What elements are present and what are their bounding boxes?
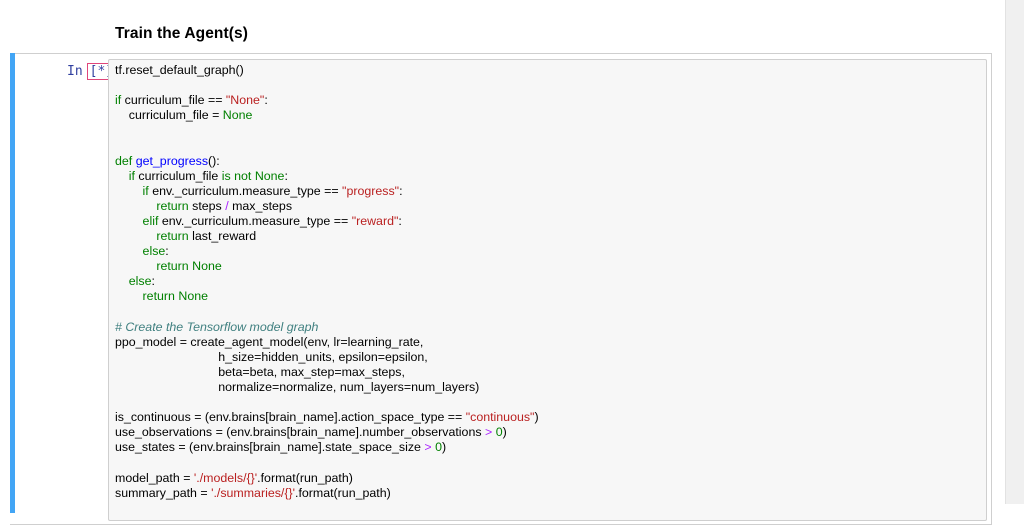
code-token: None xyxy=(222,108,253,123)
code-line: else: xyxy=(115,274,539,289)
code-token: "continuous" xyxy=(465,410,535,425)
code-token: "reward" xyxy=(351,213,399,228)
code-token: : xyxy=(151,274,155,289)
code-token: ) xyxy=(534,410,539,425)
code-line: return None xyxy=(115,259,539,274)
code-line: use_states = (env.brains[brain_name].sta… xyxy=(115,440,539,455)
code-line: if env._curriculum.measure_type == "prog… xyxy=(115,184,539,199)
code-line: if curriculum_file == "None": xyxy=(115,93,539,108)
code-token: curriculum_file == xyxy=(121,93,226,108)
code-line: h_size=hidden_units, epsilon=epsilon, xyxy=(115,350,539,365)
code-token: './models/{}' xyxy=(193,470,258,485)
code-token: : xyxy=(399,183,403,198)
code-token: env._curriculum.measure_type == xyxy=(158,213,352,228)
code-token: h_size=hidden_units, epsilon=epsilon, xyxy=(115,349,428,364)
code-token: : xyxy=(264,93,268,108)
code-token: (): xyxy=(208,153,220,168)
code-token: normalize=normalize, num_layers=num_laye… xyxy=(115,379,480,394)
code-line: summary_path = './summaries/{}'.format(r… xyxy=(115,486,539,501)
code-line: if curriculum_file is not None: xyxy=(115,169,539,184)
code-line: use_observations = (env.brains[brain_nam… xyxy=(115,425,539,440)
code-token: beta=beta, max_step=max_steps, xyxy=(115,364,405,379)
code-token: max_steps xyxy=(228,198,293,213)
code-token: else xyxy=(128,274,152,289)
code-line: tf.reset_default_graph() xyxy=(115,63,539,78)
vertical-scrollbar[interactable] xyxy=(1005,0,1024,504)
code-token: tf.reset_default_graph() xyxy=(115,63,244,77)
code-token: return xyxy=(156,229,189,244)
code-token: 0 xyxy=(435,440,442,455)
code-text[interactable]: tf.reset_default_graph() if curriculum_f… xyxy=(115,63,539,501)
code-line: return None xyxy=(115,289,539,304)
code-token: else xyxy=(142,244,166,259)
code-token: './summaries/{}' xyxy=(211,485,295,500)
code-token: use_observations = (env.brains[brain_nam… xyxy=(115,425,485,440)
selected-cell-indicator xyxy=(10,53,15,513)
code-token: return xyxy=(156,259,189,274)
code-token: curriculum_file = xyxy=(115,108,223,123)
code-line: elif env._curriculum.measure_type == "re… xyxy=(115,214,539,229)
code-token: # Create the Tensorflow model graph xyxy=(115,319,319,334)
code-token: model_path = xyxy=(115,470,194,485)
code-token: steps xyxy=(188,198,226,213)
code-token: use_states = (env.brains[brain_name].sta… xyxy=(115,440,425,455)
code-token: None xyxy=(254,168,285,183)
code-line: curriculum_file = None xyxy=(115,108,539,123)
code-line: return last_reward xyxy=(115,229,539,244)
code-token: .format(run_path) xyxy=(295,485,391,500)
code-token: None xyxy=(192,259,222,274)
code-token: .format(run_path) xyxy=(257,470,353,485)
code-token: : xyxy=(165,244,169,259)
code-token: : xyxy=(398,213,402,228)
code-token: last_reward xyxy=(188,229,257,244)
code-token: 0 xyxy=(495,425,503,440)
code-token: def xyxy=(115,153,133,168)
code-token: return xyxy=(142,289,175,304)
code-token: : xyxy=(284,168,288,183)
code-line: normalize=normalize, num_layers=num_laye… xyxy=(115,380,539,395)
code-line: # Create the Tensorflow model graph xyxy=(115,320,539,335)
code-token: > xyxy=(424,440,432,455)
code-line: model_path = './models/{}'.format(run_pa… xyxy=(115,471,539,486)
code-token: is_continuous = (env.brains[brain_name].… xyxy=(115,410,466,425)
code-line: return steps / max_steps xyxy=(115,199,539,214)
code-token: None xyxy=(178,289,208,304)
code-token: "None" xyxy=(225,93,265,108)
prompt-label: In xyxy=(67,64,83,79)
code-token: get_progress xyxy=(135,153,209,168)
code-token: env._curriculum.measure_type == xyxy=(148,183,343,198)
code-token: return xyxy=(156,198,189,213)
code-line: beta=beta, max_step=max_steps, xyxy=(115,365,539,380)
section-heading: Train the Agent(s) xyxy=(115,25,248,42)
code-line: def get_progress(): xyxy=(115,154,539,169)
code-token: ) xyxy=(441,440,447,455)
code-token: elif xyxy=(142,213,159,228)
code-token: summary_path = xyxy=(115,485,212,500)
code-line: else: xyxy=(115,244,539,259)
code-token: is not xyxy=(221,168,252,183)
code-token: "progress" xyxy=(342,183,400,198)
code-line: is_continuous = (env.brains[brain_name].… xyxy=(115,410,539,425)
code-token: ppo_model = create_agent_model(env, lr=l… xyxy=(115,334,424,349)
code-token: curriculum_file xyxy=(134,168,222,183)
code-line: ppo_model = create_agent_model(env, lr=l… xyxy=(115,335,539,350)
code-token: ) xyxy=(502,425,507,440)
